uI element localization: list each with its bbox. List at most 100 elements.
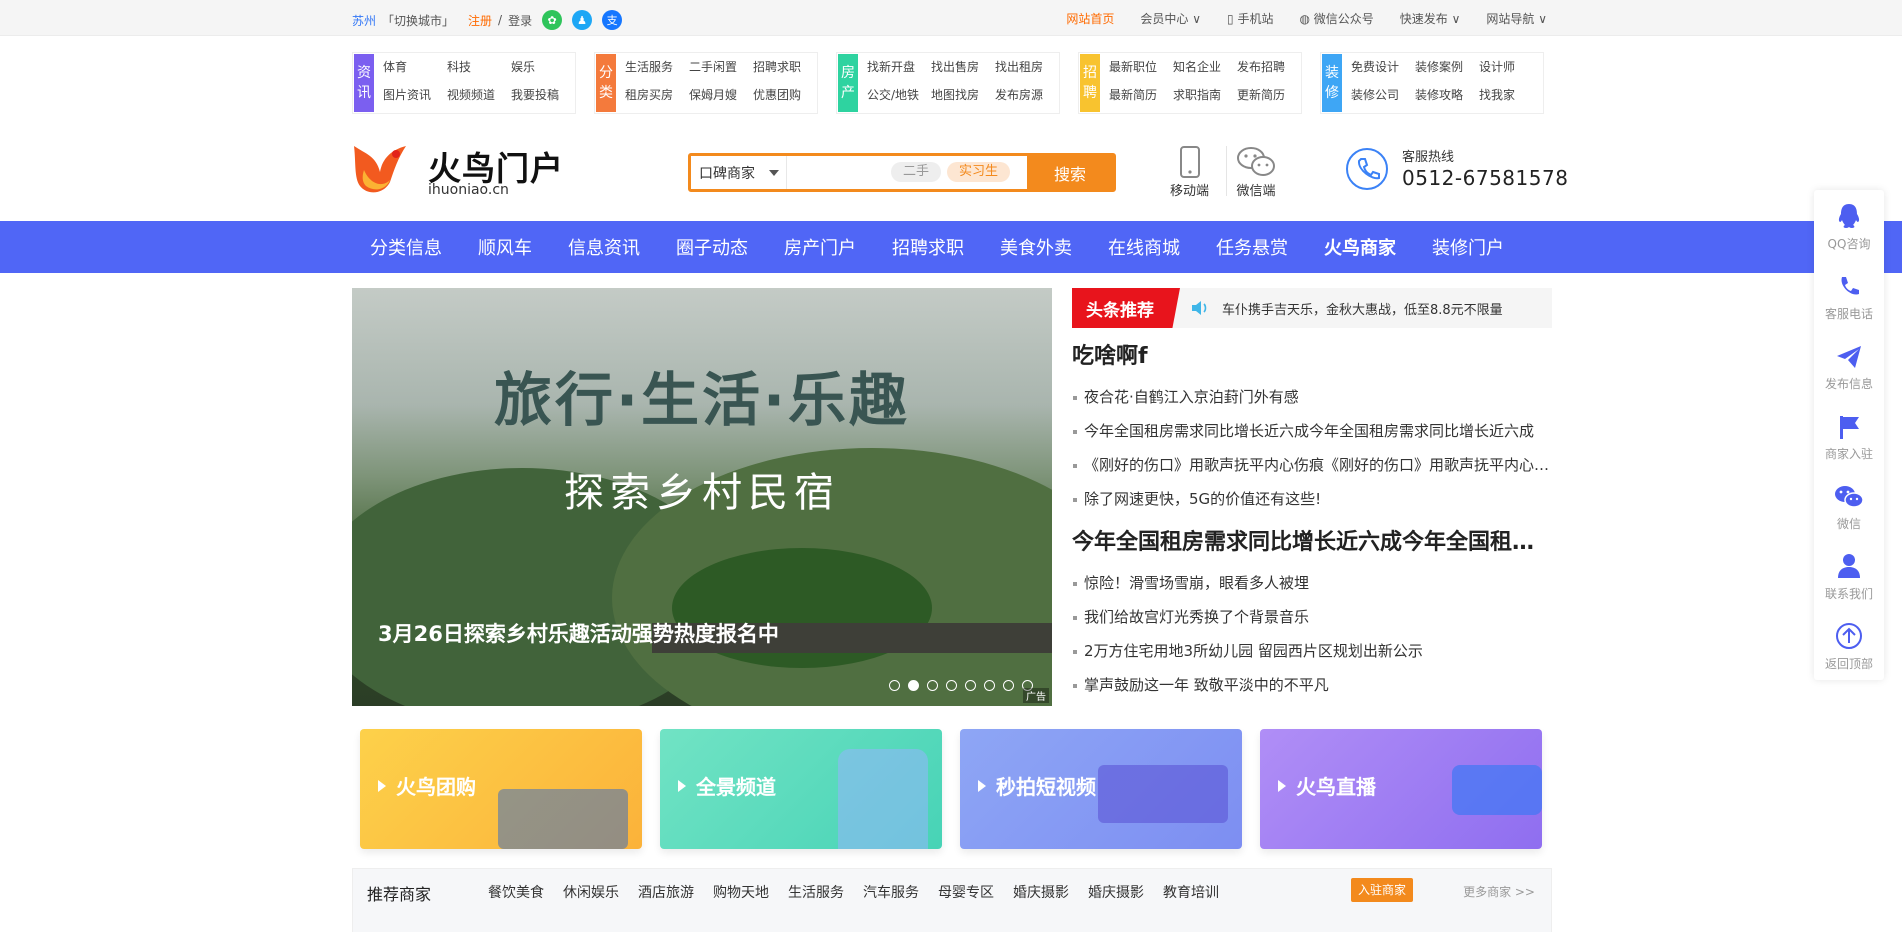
site-home-link[interactable]: 网站首页 bbox=[1066, 10, 1114, 27]
category-link[interactable]: 生活服务 bbox=[625, 57, 689, 85]
category-link[interactable]: 发布房源 bbox=[995, 85, 1059, 113]
news-item[interactable]: 2万方住宅用地3所幼儿园 留园西片区规划出新公示 bbox=[1072, 634, 1552, 668]
search-input[interactable]: 二手 实习生 bbox=[787, 156, 1027, 189]
category-link[interactable]: 装修公司 bbox=[1351, 85, 1415, 113]
wechat-official-link[interactable]: ◍ 微信公众号 bbox=[1299, 10, 1373, 27]
category-tag[interactable]: 装修 bbox=[1322, 54, 1342, 112]
carousel-dot[interactable] bbox=[1003, 680, 1014, 691]
news-item[interactable]: 除了网速更快，5G的价值还有这些! bbox=[1072, 482, 1552, 516]
carousel-dot-active[interactable] bbox=[908, 680, 919, 691]
site-nav-menu[interactable]: 网站导航 ∨ bbox=[1486, 10, 1547, 27]
category-link[interactable]: 找新开盘 bbox=[867, 57, 931, 85]
carousel-dot[interactable] bbox=[927, 680, 938, 691]
news-item[interactable]: 今年全国租房需求同比增长近六成今年全国租房需求同比增长近六成 bbox=[1072, 414, 1552, 448]
category-tag[interactable]: 招聘 bbox=[1080, 54, 1100, 112]
card-short-video[interactable]: 秒拍短视频 bbox=[960, 729, 1242, 849]
carousel-dot[interactable] bbox=[965, 680, 976, 691]
category-link[interactable]: 找出租房 bbox=[995, 57, 1059, 85]
sidebar-contact[interactable]: 联系我们 bbox=[1814, 540, 1884, 610]
banner-caption[interactable]: 3月26日探索乡村乐趣活动强势热度报名中 bbox=[378, 618, 779, 648]
merchant-category[interactable]: 教育培训 bbox=[1163, 882, 1219, 902]
category-link[interactable]: 保姆月嫂 bbox=[689, 85, 753, 113]
category-link[interactable]: 最新职位 bbox=[1109, 57, 1173, 85]
qq-login-icon[interactable]: ♟ bbox=[572, 10, 593, 30]
card-group-buy[interactable]: 火鸟团购 bbox=[360, 729, 642, 849]
search-scope-select[interactable]: 口碑商家 bbox=[691, 156, 787, 189]
merchant-category[interactable]: 母婴专区 bbox=[938, 882, 994, 902]
category-link[interactable]: 图片资讯 bbox=[383, 85, 447, 113]
sidebar-wechat[interactable]: 微信 bbox=[1814, 470, 1884, 540]
login-link[interactable]: 登录 bbox=[508, 12, 532, 29]
nav-item[interactable]: 招聘求职 bbox=[874, 234, 982, 260]
category-link[interactable]: 我要投稿 bbox=[511, 85, 575, 113]
search-hot-tag[interactable]: 实习生 bbox=[947, 162, 1011, 182]
nav-item[interactable]: 美食外卖 bbox=[982, 234, 1090, 260]
quick-publish-menu[interactable]: 快速发布 ∨ bbox=[1400, 10, 1461, 27]
merchant-category[interactable]: 酒店旅游 bbox=[638, 882, 694, 902]
sidebar-publish[interactable]: 发布信息 bbox=[1814, 330, 1884, 400]
site-logo[interactable]: 火鸟门户 ihuoniao.cn bbox=[350, 138, 565, 200]
category-link[interactable]: 设计师 bbox=[1479, 57, 1543, 85]
sidebar-phone[interactable]: 客服电话 bbox=[1814, 260, 1884, 330]
merchant-category[interactable]: 餐饮美食 bbox=[488, 882, 544, 902]
category-link[interactable]: 娱乐 bbox=[511, 57, 575, 85]
wechat-login-icon[interactable]: ✿ bbox=[542, 10, 563, 30]
alipay-login-icon[interactable]: 支 bbox=[602, 10, 623, 30]
category-link[interactable]: 最新简历 bbox=[1109, 85, 1173, 113]
news-ticker[interactable]: 车仆携手吉天乐，金秋大惠战，低至8.8元不限量 bbox=[1222, 299, 1503, 318]
merchant-category[interactable]: 休闲娱乐 bbox=[563, 882, 619, 902]
category-link[interactable]: 装修案例 bbox=[1415, 57, 1479, 85]
news-item[interactable]: 夜合花·自鹤江入京泊葑门外有感 bbox=[1072, 380, 1552, 414]
sidebar-merchant-join[interactable]: 商家入驻 bbox=[1814, 400, 1884, 470]
category-link[interactable]: 科技 bbox=[447, 57, 511, 85]
carousel-dot[interactable] bbox=[946, 680, 957, 691]
register-link[interactable]: 注册 bbox=[468, 12, 492, 29]
category-link[interactable]: 发布招聘 bbox=[1237, 57, 1301, 85]
wechat-app-link[interactable]: 微信端 bbox=[1236, 146, 1276, 199]
category-link[interactable]: 找出售房 bbox=[931, 57, 995, 85]
search-hot-tag[interactable]: 二手 bbox=[891, 162, 942, 182]
nav-item[interactable]: 分类信息 bbox=[352, 234, 460, 260]
search-button[interactable]: 搜索 bbox=[1027, 156, 1113, 189]
category-link[interactable]: 找我家 bbox=[1479, 85, 1543, 113]
category-link[interactable]: 求职指南 bbox=[1173, 85, 1237, 113]
nav-item[interactable]: 任务悬赏 bbox=[1198, 234, 1306, 260]
nav-item[interactable]: 在线商城 bbox=[1090, 234, 1198, 260]
merchant-category[interactable]: 汽车服务 bbox=[863, 882, 919, 902]
nav-item[interactable]: 装修门户 bbox=[1414, 234, 1522, 260]
sidebar-back-to-top[interactable]: 返回顶部 bbox=[1814, 610, 1884, 680]
category-tag[interactable]: 资讯 bbox=[354, 54, 374, 112]
merchant-category[interactable]: 购物天地 bbox=[713, 882, 769, 902]
category-link[interactable]: 公交/地铁 bbox=[867, 85, 931, 113]
merchant-category[interactable]: 婚庆摄影 bbox=[1013, 882, 1069, 902]
news-item[interactable]: 掌声鼓励这一年 致敬平淡中的不平凡 bbox=[1072, 668, 1552, 702]
member-center-menu[interactable]: 会员中心 ∨ bbox=[1140, 10, 1201, 27]
mobile-app-link[interactable]: 移动端 bbox=[1170, 146, 1209, 199]
carousel-dot[interactable] bbox=[889, 680, 900, 691]
category-link[interactable]: 租房买房 bbox=[625, 85, 689, 113]
category-link[interactable]: 知名企业 bbox=[1173, 57, 1237, 85]
category-link[interactable]: 优惠团购 bbox=[753, 85, 817, 113]
category-link[interactable]: 免费设计 bbox=[1351, 57, 1415, 85]
card-live[interactable]: 火鸟直播 bbox=[1260, 729, 1542, 849]
category-tag[interactable]: 房产 bbox=[838, 54, 858, 112]
carousel-dot[interactable] bbox=[984, 680, 995, 691]
more-merchants-link[interactable]: 更多商家 >> bbox=[1463, 883, 1535, 900]
news-item[interactable]: 我们给故宫灯光秀换了个背景音乐 bbox=[1072, 600, 1552, 634]
news-item[interactable]: 《刚好的伤口》用歌声抚平内心伤痕《刚好的伤口》用歌声抚平内心伤痕 bbox=[1072, 448, 1552, 482]
card-panorama[interactable]: 全景频道 bbox=[660, 729, 942, 849]
category-link[interactable]: 招聘求职 bbox=[753, 57, 817, 85]
nav-item-active[interactable]: 火鸟商家 bbox=[1306, 234, 1414, 260]
category-link[interactable]: 装修攻略 bbox=[1415, 85, 1479, 113]
category-link[interactable]: 体育 bbox=[383, 57, 447, 85]
nav-item[interactable]: 圈子动态 bbox=[658, 234, 766, 260]
category-link[interactable]: 地图找房 bbox=[931, 85, 995, 113]
merchant-category[interactable]: 婚庆摄影 bbox=[1088, 882, 1144, 902]
category-link[interactable]: 视频频道 bbox=[447, 85, 511, 113]
news-headline[interactable]: 今年全国租房需求同比增长近六成今年全国租房需求同比增长近六成 bbox=[1072, 524, 1552, 562]
news-item[interactable]: 惊险！滑雪场雪崩，眼看多人被埋 bbox=[1072, 566, 1552, 600]
category-tag[interactable]: 分类 bbox=[596, 54, 616, 112]
merchant-category[interactable]: 生活服务 bbox=[788, 882, 844, 902]
current-city[interactable]: 苏州 bbox=[352, 12, 376, 29]
mobile-site-link[interactable]: ▯ 手机站 bbox=[1227, 10, 1273, 27]
